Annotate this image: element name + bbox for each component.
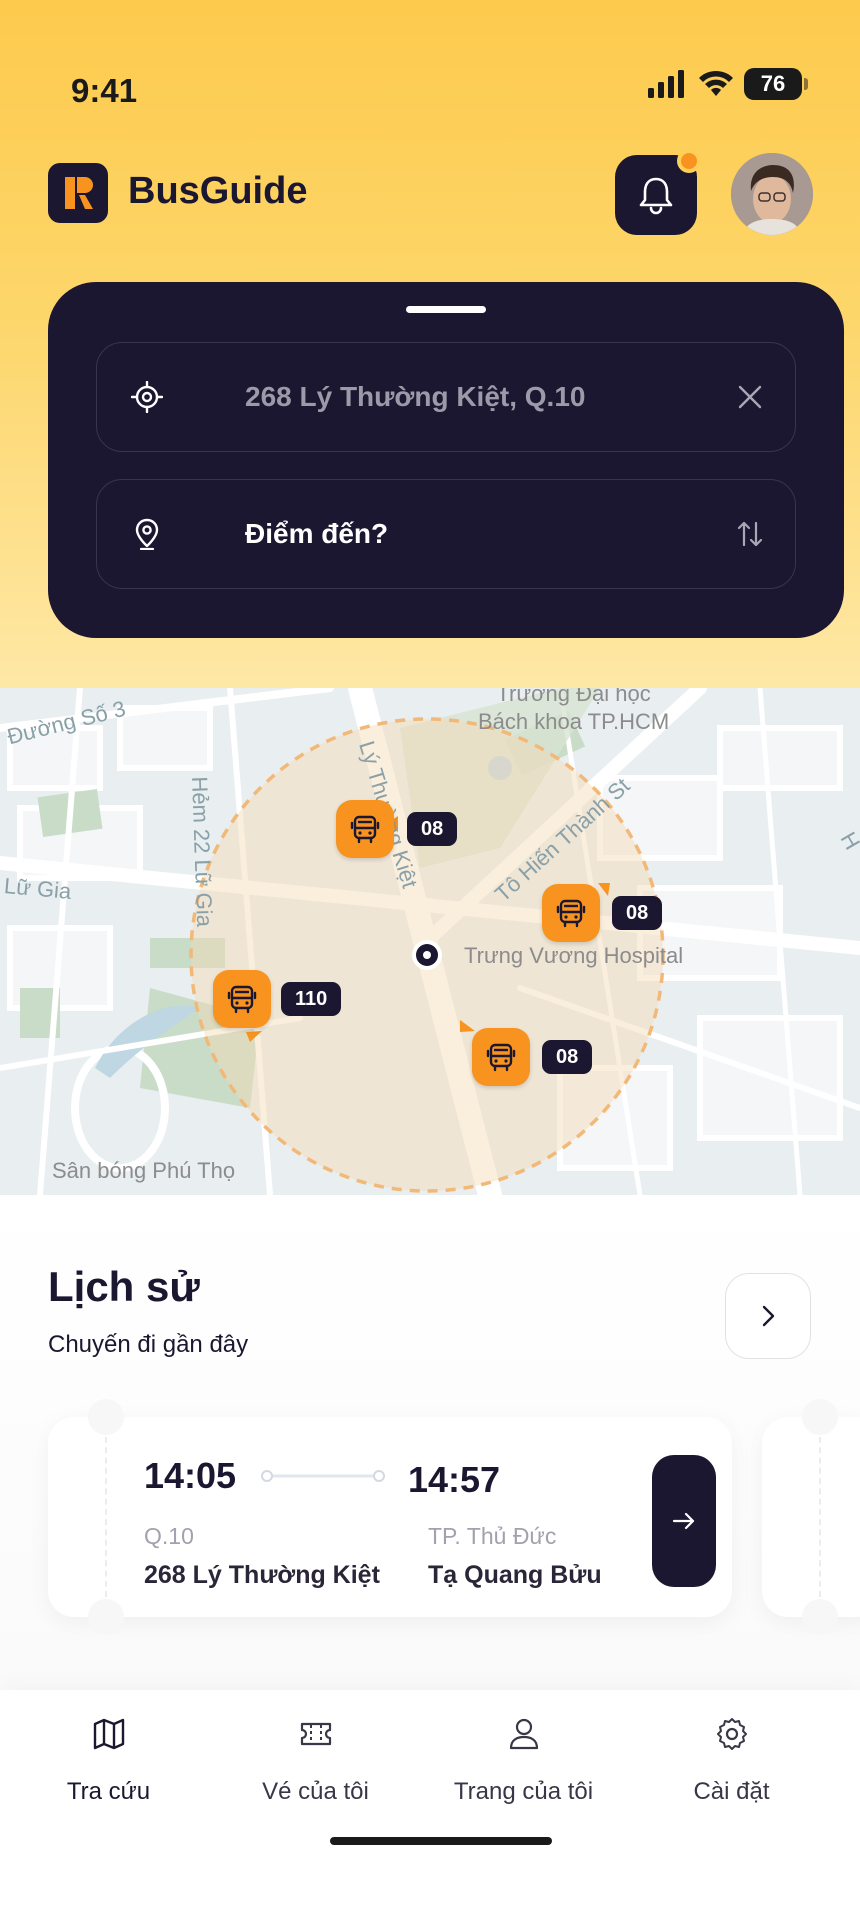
chevron-right-icon bbox=[762, 1305, 775, 1327]
history-title: Lịch sử bbox=[48, 1263, 200, 1310]
from-street: 268 Lý Thường Kiệt bbox=[144, 1561, 380, 1589]
signal-icon bbox=[648, 70, 684, 98]
to-street: Tạ Quang Bửu bbox=[428, 1561, 602, 1589]
nav-item-search[interactable]: Tra cứu bbox=[1, 1690, 216, 1830]
history-more-button[interactable] bbox=[725, 1273, 811, 1359]
bus-marker[interactable] bbox=[336, 800, 394, 858]
destination-field[interactable]: Điểm đến? bbox=[96, 479, 796, 589]
route-tag: 110 bbox=[281, 982, 342, 1016]
status-bar: 9:41 76 bbox=[0, 0, 860, 130]
gear-icon bbox=[716, 1718, 747, 1750]
bus-marker[interactable] bbox=[472, 1028, 530, 1086]
ticket-notch bbox=[88, 1599, 124, 1635]
depart-time: 14:05 bbox=[144, 1455, 237, 1496]
app-title: BusGuide bbox=[128, 170, 308, 212]
avatar[interactable] bbox=[731, 153, 813, 235]
bus-icon bbox=[227, 985, 257, 1014]
bus-icon bbox=[556, 899, 586, 928]
wifi-icon bbox=[699, 70, 733, 96]
map-label-university: Trường Đại học Bách khoa TP.HCM bbox=[478, 688, 670, 734]
map-streets bbox=[0, 688, 860, 1195]
destination-placeholder: Điểm đến? bbox=[245, 518, 389, 549]
origin-field[interactable]: 268 Lý Thường Kiệt, Q.10 bbox=[96, 342, 796, 452]
ticket-divider bbox=[819, 1437, 821, 1597]
battery-nub bbox=[804, 78, 808, 90]
ticket-notch bbox=[802, 1399, 838, 1435]
nav-label: Cài đặt bbox=[693, 1778, 770, 1805]
bus-icon bbox=[350, 815, 380, 844]
ticket-icon bbox=[300, 1722, 331, 1746]
ticket-notch bbox=[802, 1599, 838, 1635]
drag-handle[interactable] bbox=[406, 306, 486, 313]
home-indicator bbox=[330, 1837, 552, 1845]
nav-item-settings[interactable]: Cài đặt bbox=[624, 1690, 839, 1830]
bell-icon bbox=[639, 177, 673, 215]
notifications-button[interactable] bbox=[615, 149, 701, 235]
to-district: TP. Thủ Đức bbox=[428, 1523, 557, 1549]
battery-indicator: 76 bbox=[744, 68, 802, 100]
bus-logo-icon bbox=[48, 163, 108, 223]
from-district: Q.10 bbox=[144, 1523, 194, 1549]
status-icons: 76 bbox=[648, 68, 808, 100]
history-section: Lịch sử Chuyến đi gần đây 14:05 14:57 Q.… bbox=[0, 1195, 860, 1690]
arrow-right-icon bbox=[672, 1512, 695, 1530]
origin-value: 268 Lý Thường Kiệt, Q.10 bbox=[245, 381, 586, 412]
nav-label: Trang của tôi bbox=[453, 1778, 594, 1805]
clear-icon[interactable] bbox=[735, 382, 765, 412]
map-view[interactable]: Trường Đại học Bách khoa TP.HCM Đường Số… bbox=[0, 688, 860, 1195]
trip-card-next[interactable] bbox=[762, 1399, 860, 1635]
trip-open-button[interactable] bbox=[652, 1455, 716, 1587]
ticket-divider bbox=[105, 1437, 107, 1597]
trip-card[interactable]: 14:05 14:57 Q.10 268 Lý Thường Kiệt TP. … bbox=[48, 1399, 732, 1635]
route-search-card: 268 Lý Thường Kiệt, Q.10 Điểm đến? bbox=[48, 282, 844, 638]
route-tag: 08 bbox=[407, 812, 458, 846]
route-tag: 08 bbox=[612, 896, 663, 930]
ticket-notch bbox=[88, 1399, 124, 1435]
notification-dot bbox=[677, 149, 701, 173]
nav-item-tickets[interactable]: Vé của tôi bbox=[208, 1690, 423, 1830]
history-subtitle: Chuyến đi gần đây bbox=[48, 1331, 249, 1358]
map-pin-icon bbox=[135, 518, 159, 550]
bus-icon bbox=[486, 1043, 516, 1072]
map-label-hem22: Hẻm 22 Lữ Gia bbox=[187, 776, 218, 928]
trip-connector bbox=[261, 1470, 385, 1482]
route-tag: 08 bbox=[542, 1040, 593, 1074]
nav-item-profile[interactable]: Trang của tôi bbox=[416, 1690, 631, 1830]
app-header: BusGuide bbox=[48, 149, 813, 244]
crosshair-icon bbox=[131, 381, 163, 413]
map-label-stadium: Sân bóng Phú Thọ bbox=[52, 1158, 236, 1183]
arrive-time: 14:57 bbox=[408, 1459, 501, 1500]
map-label-hospital: Trưng Vương Hospital bbox=[464, 943, 684, 968]
nav-label: Tra cứu bbox=[66, 1778, 151, 1805]
user-icon bbox=[509, 1718, 538, 1750]
map-icon bbox=[93, 1718, 124, 1750]
bus-marker[interactable] bbox=[213, 970, 271, 1028]
bottom-nav: Tra cứu Vé của tôi Trang của tôi Cài đặt bbox=[0, 1690, 860, 1910]
nav-label: Vé của tôi bbox=[262, 1778, 369, 1805]
status-time: 9:41 bbox=[71, 72, 138, 109]
bus-marker[interactable] bbox=[542, 884, 600, 942]
swap-icon[interactable] bbox=[735, 519, 765, 549]
